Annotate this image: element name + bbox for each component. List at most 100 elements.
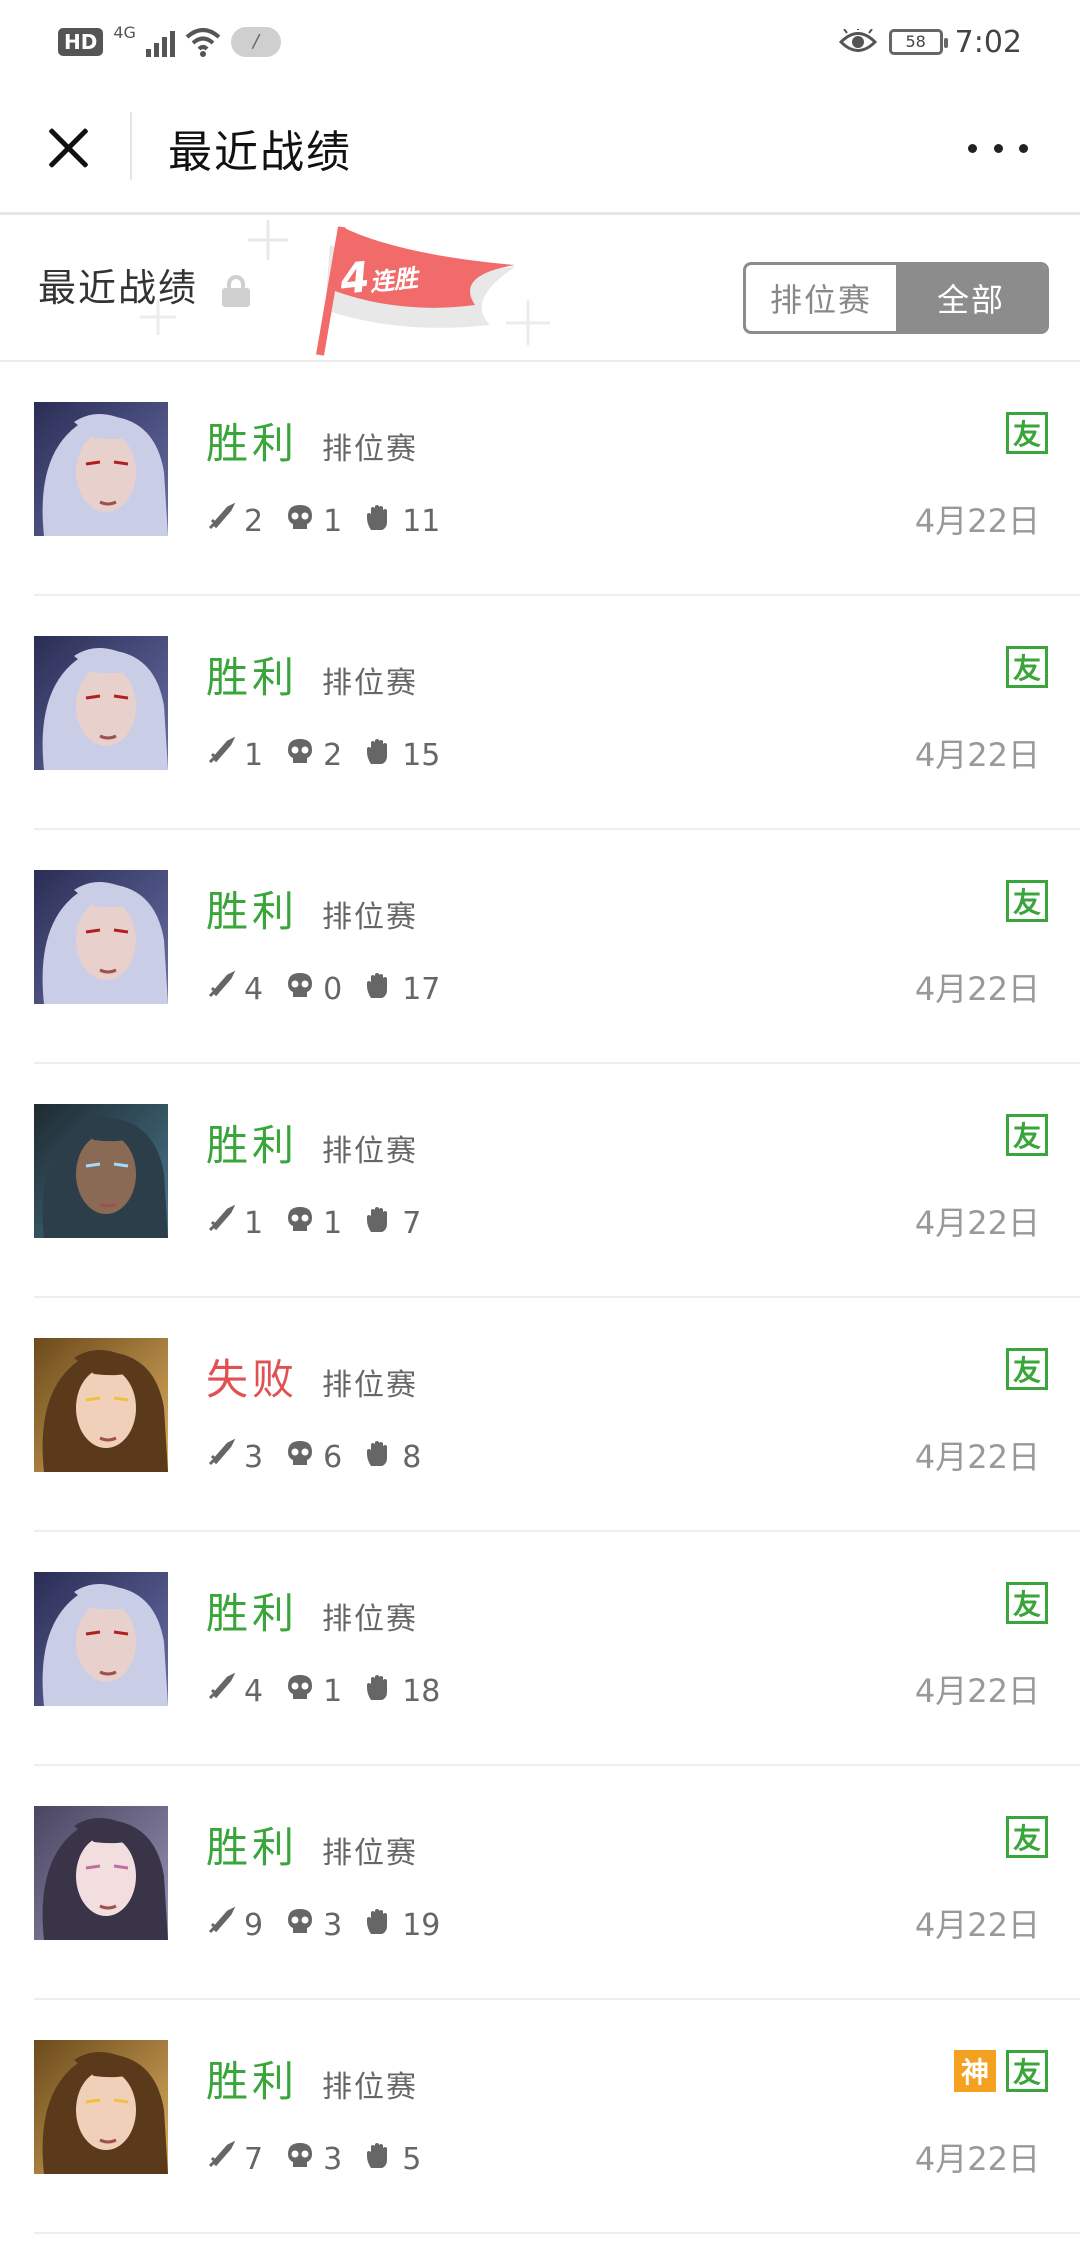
match-row[interactable]: 胜利 排位赛 7 3 5 神友 4月22日 (34, 2000, 1080, 2234)
match-mode: 排位赛 (322, 1836, 418, 1871)
match-row[interactable]: 胜利 排位赛 2 1 11 友 4月22日 (34, 362, 1080, 596)
status-bar: HD 4G / 58 7:02 (0, 0, 1080, 84)
streak-label: 4连胜 (338, 247, 420, 304)
match-result: 失败 (206, 1355, 299, 1404)
kda-stats: 4 1 18 (206, 1672, 454, 1710)
streak-count: 4 (337, 252, 372, 304)
match-mode: 排位赛 (322, 1134, 418, 1169)
match-row[interactable]: 胜利 排位赛 9 3 19 友 4月22日 (34, 1766, 1080, 2000)
kills-value: 9 (244, 1907, 264, 1943)
assist-hand-icon (364, 1906, 394, 1944)
match-row[interactable]: 胜利 排位赛 4 0 17 友 4月22日 (34, 830, 1080, 1064)
match-row[interactable]: 失败 排位赛 3 6 8 友 4月22日 (34, 1298, 1080, 1532)
status-right: 58 7:02 (838, 22, 1022, 62)
assists-value: 8 (402, 1439, 422, 1475)
kda-stats: 2 1 11 (206, 502, 454, 540)
streak-text: 连胜 (368, 264, 420, 297)
assists-value: 19 (402, 1907, 441, 1943)
death-skull-icon (285, 2140, 315, 2178)
kills-value: 1 (244, 737, 264, 773)
match-date: 4月22日 (914, 1906, 1040, 1944)
kda-stats: 7 3 5 (206, 2140, 435, 2178)
match-tags: 友 (1006, 1582, 1048, 1624)
match-result: 胜利 (206, 1823, 299, 1872)
match-result: 胜利 (206, 2057, 299, 2106)
match-mode: 排位赛 (322, 1602, 418, 1637)
kda-stats: 3 6 8 (206, 1438, 435, 1476)
match-row[interactable]: 胜利 排位赛 1 2 15 友 4月22日 (34, 596, 1080, 830)
wifi-icon (185, 28, 221, 57)
friend-badge: 友 (1006, 2050, 1048, 2092)
match-tags: 友 (1006, 1114, 1048, 1156)
assists-value: 7 (402, 1205, 422, 1241)
match-date: 4月22日 (914, 1438, 1040, 1476)
assist-hand-icon (364, 1672, 394, 1710)
death-skull-icon (285, 502, 315, 540)
deaths-value: 1 (323, 1205, 343, 1241)
assist-hand-icon (364, 502, 394, 540)
kills-value: 1 (244, 1205, 264, 1241)
hero-avatar (34, 1572, 168, 1706)
match-row[interactable]: 胜利 排位赛 1 1 7 友 4月22日 (34, 1064, 1080, 1298)
match-result: 胜利 (206, 653, 299, 702)
filter-all[interactable]: 全部 (896, 265, 1046, 331)
kill-icon (206, 1438, 236, 1476)
match-date: 4月22日 (914, 736, 1040, 774)
kills-value: 7 (244, 2141, 264, 2177)
assist-hand-icon (364, 1204, 394, 1242)
kill-icon (206, 1906, 236, 1944)
death-skull-icon (285, 1438, 315, 1476)
kills-value: 2 (244, 503, 264, 539)
hero-avatar (34, 636, 168, 770)
more-options-button[interactable] (968, 128, 1028, 168)
kills-value: 4 (244, 1673, 264, 1709)
nav-header: 最近战绩 (0, 84, 1080, 215)
assists-value: 11 (402, 503, 441, 539)
match-mode: 排位赛 (322, 900, 418, 935)
notification-pill: / (230, 27, 281, 57)
deaths-value: 6 (323, 1439, 343, 1475)
eye-comfort-icon (838, 29, 877, 52)
kda-stats: 1 2 15 (206, 736, 454, 774)
match-row[interactable]: 胜利 排位赛 4 1 18 友 4月22日 (34, 1532, 1080, 1766)
friend-badge: 友 (1006, 1582, 1048, 1624)
match-tags: 神友 (954, 2050, 1048, 2092)
assist-hand-icon (364, 2140, 394, 2178)
deaths-value: 1 (323, 503, 343, 539)
match-mode: 排位赛 (322, 1368, 418, 1403)
friend-badge: 友 (1006, 880, 1048, 922)
friend-badge: 友 (1006, 1816, 1048, 1858)
recent-record-bar: 最近战绩 4连胜 排位赛 全部 (0, 215, 1080, 362)
deaths-value: 2 (323, 737, 343, 773)
assists-value: 15 (402, 737, 441, 773)
match-list: 胜利 排位赛 2 1 11 友 4月22日 胜利 排位赛 1 2 15 友 4月… (0, 362, 1080, 2234)
assists-value: 17 (402, 971, 441, 1007)
win-streak-flag: 4连胜 (290, 215, 530, 360)
match-result: 胜利 (206, 419, 299, 468)
signal-icon (145, 27, 175, 57)
more-dot-icon (1019, 143, 1028, 153)
match-mode: 排位赛 (322, 2070, 418, 2105)
hero-avatar (34, 2040, 168, 2174)
assists-value: 18 (402, 1673, 441, 1709)
hero-avatar (34, 1806, 168, 1940)
match-tags: 友 (1006, 1348, 1048, 1390)
kill-icon (206, 502, 236, 540)
friend-badge: 友 (1006, 412, 1048, 454)
hero-avatar (34, 870, 168, 1004)
deaths-value: 3 (323, 1907, 343, 1943)
lock-icon[interactable] (222, 275, 250, 307)
kills-value: 4 (244, 971, 264, 1007)
hero-avatar (34, 1338, 168, 1472)
match-date: 4月22日 (914, 502, 1040, 540)
death-skull-icon (285, 736, 315, 774)
match-date: 4月22日 (914, 2140, 1040, 2178)
match-tags: 友 (1006, 880, 1048, 922)
close-button[interactable] (40, 120, 96, 176)
filter-ranked[interactable]: 排位赛 (746, 265, 896, 331)
more-dot-icon (993, 143, 1003, 153)
battery-icon: 58 (888, 29, 948, 55)
hero-avatar (34, 1104, 168, 1238)
deaths-value: 3 (323, 2141, 343, 2177)
friend-badge: 友 (1006, 1348, 1048, 1390)
